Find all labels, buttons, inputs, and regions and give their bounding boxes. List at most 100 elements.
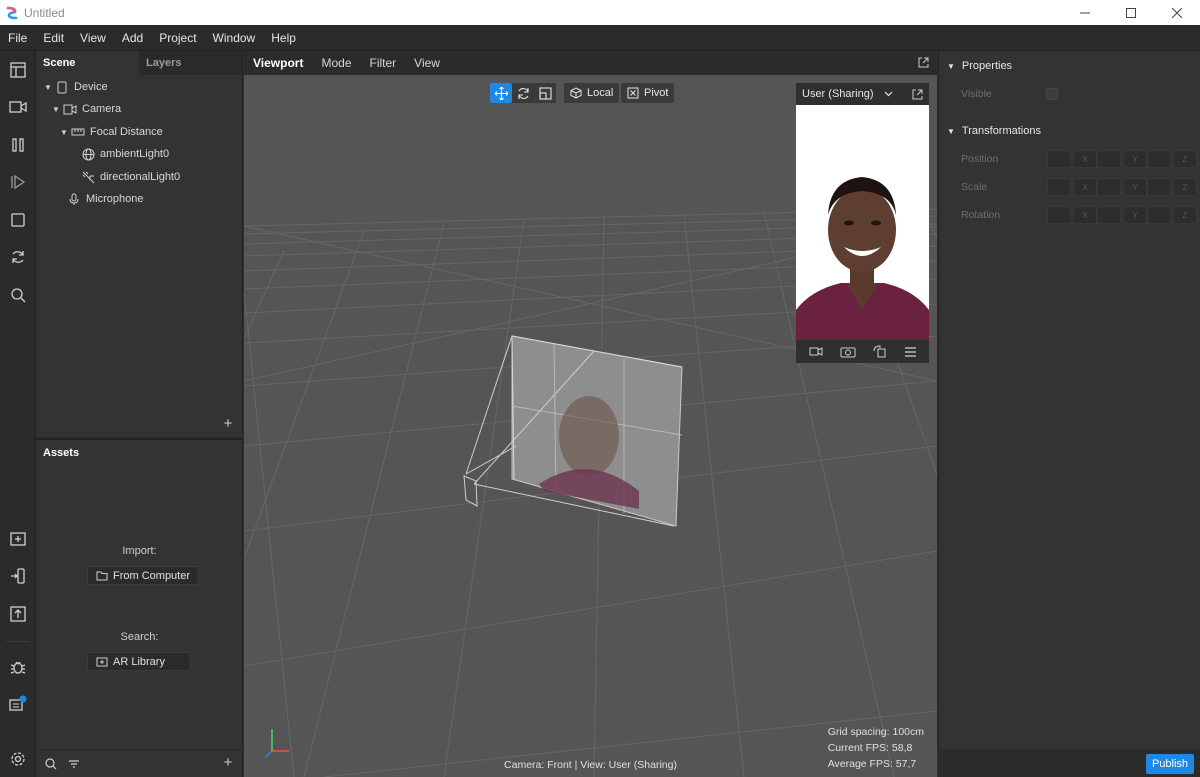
scale-z-axis-label: Z [1173, 178, 1197, 196]
tree-item-camera[interactable]: ▼ Camera [52, 98, 121, 120]
upload-icon[interactable] [0, 599, 36, 629]
tree-item-ambient-light[interactable]: ambientLight0 [80, 143, 169, 165]
bug-icon[interactable] [0, 652, 36, 682]
maximize-button[interactable] [1108, 0, 1154, 25]
tab-filter[interactable]: Filter [361, 56, 406, 70]
phone-icon [54, 80, 70, 94]
popout-icon[interactable] [918, 57, 929, 68]
tree-item-label: Focal Distance [90, 126, 163, 138]
search-icon[interactable] [0, 280, 36, 310]
ar-library-button[interactable]: AR Library [87, 652, 191, 671]
camera-icon [62, 102, 78, 116]
position-y-axis-label: Y [1123, 150, 1147, 168]
position-label: Position [961, 153, 999, 165]
properties-section-label: Properties [961, 60, 1013, 72]
step-forward-icon[interactable] [0, 167, 36, 197]
rotation-label: Rotation [961, 209, 1001, 221]
preview-controls [796, 340, 929, 363]
chevron-down-icon[interactable] [884, 91, 893, 97]
scale-tool-icon[interactable] [534, 83, 556, 103]
transformations-section[interactable]: ▼ Transformations [947, 125, 1041, 137]
record-video-icon[interactable] [809, 346, 823, 357]
visible-label: Visible [961, 88, 992, 100]
tree-item-directional-light[interactable]: directionalLight0 [80, 166, 180, 188]
tree-item-label: Device [74, 81, 108, 93]
publish-button[interactable]: Publish [1146, 754, 1194, 774]
menu-window[interactable]: Window [205, 31, 264, 45]
menu-project[interactable]: Project [151, 31, 204, 45]
properties-section[interactable]: ▼ Properties [947, 60, 1012, 72]
layout-icon[interactable] [0, 55, 36, 85]
preview-device-select[interactable]: User (Sharing) [802, 88, 874, 100]
menu-add[interactable]: Add [114, 31, 151, 45]
add-folder-icon[interactable] [0, 524, 36, 554]
rotate-device-icon[interactable] [872, 345, 887, 358]
add-scene-object-button[interactable]: + [221, 416, 235, 431]
tab-view[interactable]: View [405, 56, 449, 70]
simulator-preview: User (Sharing) [796, 83, 929, 363]
menu-help[interactable]: Help [263, 31, 304, 45]
menu-view[interactable]: View [72, 31, 114, 45]
tab-mode[interactable]: Mode [312, 56, 360, 70]
rotation-x-field[interactable] [1047, 206, 1071, 224]
import-label: Import: [122, 545, 157, 557]
notifications-icon[interactable] [0, 689, 36, 719]
video-camera-icon[interactable] [0, 92, 36, 122]
scale-y-axis-label: Y [1123, 178, 1147, 196]
collapse-triangle-icon[interactable]: ▼ [947, 127, 955, 136]
position-y-field[interactable] [1097, 150, 1121, 168]
stop-icon[interactable] [0, 205, 36, 235]
scale-y-field[interactable] [1097, 178, 1121, 196]
position-z-axis-label: Z [1173, 150, 1197, 168]
collapse-triangle-icon[interactable]: ▼ [947, 62, 955, 71]
assets-panel: Assets Import: From Computer Search: AR … [36, 438, 243, 777]
refresh-icon[interactable] [0, 242, 36, 272]
filter-icon[interactable] [68, 759, 80, 769]
add-asset-button[interactable]: + [221, 755, 235, 770]
expand-triangle-icon[interactable]: ▼ [52, 105, 62, 114]
menu-edit[interactable]: Edit [35, 31, 72, 45]
tree-item-label: Camera [82, 103, 122, 115]
expand-triangle-icon[interactable]: ▼ [44, 83, 54, 92]
popout-icon[interactable] [912, 89, 923, 100]
rotation-y-field[interactable] [1097, 206, 1121, 224]
toolbar-divider [6, 641, 30, 642]
scale-x-field[interactable] [1047, 178, 1071, 196]
globe-icon [80, 147, 96, 161]
rotation-z-axis-label: Z [1173, 206, 1197, 224]
viewport[interactable]: Viewport Mode Filter View Local Pivot Us… [244, 51, 937, 777]
tree-item-focal-distance[interactable]: ▼ Focal Distance [60, 121, 163, 143]
expand-triangle-icon[interactable]: ▼ [60, 128, 70, 137]
local-label: Local [587, 87, 614, 99]
transformations-section-label: Transformations [961, 125, 1041, 137]
close-button[interactable] [1154, 0, 1200, 25]
screenshot-camera-icon[interactable] [840, 346, 856, 358]
position-z-field[interactable] [1147, 150, 1171, 168]
position-x-field[interactable] [1047, 150, 1071, 168]
visible-checkbox[interactable] [1046, 88, 1058, 100]
move-tool-icon[interactable] [490, 83, 512, 103]
menu-file[interactable]: File [0, 31, 35, 45]
tab-layers[interactable]: Layers [139, 51, 242, 75]
pause-icon[interactable] [0, 130, 36, 160]
rotation-z-field[interactable] [1147, 206, 1171, 224]
rotation-x-axis-label: X [1073, 206, 1097, 224]
menu-icon[interactable] [904, 346, 917, 357]
rotate-tool-icon[interactable] [512, 83, 534, 103]
preview-header[interactable]: User (Sharing) [796, 83, 929, 105]
scale-z-field[interactable] [1147, 178, 1171, 196]
import-device-icon[interactable] [0, 561, 36, 591]
tree-item-device[interactable]: ▼ Device [44, 76, 108, 98]
from-computer-button[interactable]: From Computer [87, 566, 200, 585]
settings-gear-icon[interactable] [0, 744, 36, 774]
tree-item-microphone[interactable]: Microphone [66, 188, 143, 210]
pivot-button[interactable]: Pivot [621, 83, 675, 103]
local-button[interactable]: Local [564, 83, 620, 103]
tab-scene[interactable]: Scene [36, 51, 139, 75]
tree-item-label: Microphone [86, 193, 144, 205]
search-icon[interactable] [45, 758, 57, 770]
minimize-button[interactable] [1062, 0, 1108, 25]
scene-panel: Scene Layers ▼ Device ▼ Camera ▼ Focal D… [36, 51, 243, 436]
pivot-label: Pivot [644, 87, 669, 99]
tab-viewport[interactable]: Viewport [244, 56, 312, 70]
